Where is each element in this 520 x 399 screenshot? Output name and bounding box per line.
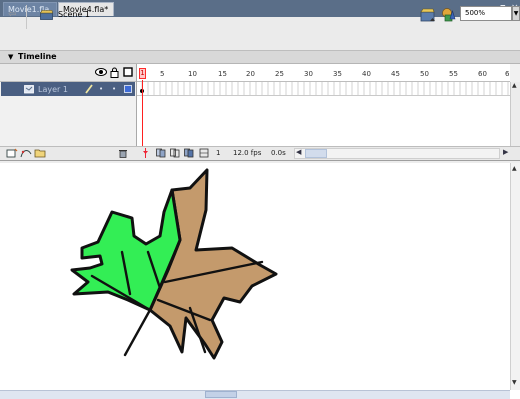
frame-number: 40 (362, 70, 371, 78)
chevron-down-icon[interactable]: ▼ (512, 6, 520, 21)
frame-number: 20 (246, 70, 255, 78)
maple-leaf-shape[interactable] (60, 165, 285, 390)
scrollbar-thumb[interactable] (305, 149, 327, 158)
scroll-down-icon[interactable]: ▼ (512, 379, 517, 386)
frame-number: 10 (188, 70, 197, 78)
frame-number: 5 (160, 70, 165, 78)
frame-number: 30 (304, 70, 313, 78)
frame-rate: 12.0 fps (233, 149, 262, 157)
scene-label: Scene 1 (58, 10, 91, 19)
add-motion-guide-icon[interactable] (20, 148, 32, 158)
scrollbar-thumb[interactable] (205, 391, 237, 398)
delete-layer-trash-icon[interactable] (118, 148, 128, 158)
onion-skin-icon[interactable] (156, 148, 166, 158)
current-frame: 1 (216, 149, 221, 157)
collapse-arrow-icon[interactable]: ▼ (8, 51, 13, 63)
insert-layer-icon[interactable] (6, 148, 18, 158)
frame-number: 55 (449, 70, 458, 78)
edit-scene-icon[interactable] (420, 8, 436, 23)
playhead[interactable]: 1 (139, 68, 146, 79)
onion-skin-outlines-icon[interactable] (170, 148, 180, 158)
frame-number: 50 (420, 70, 429, 78)
show-hide-eye-icon[interactable] (95, 67, 107, 77)
pencil-icon[interactable] (85, 84, 93, 94)
lock-icon[interactable] (110, 67, 119, 78)
scroll-up-icon[interactable]: ▲ (512, 165, 517, 172)
back-arrow-icon[interactable]: ⇦ (8, 9, 16, 20)
frame-number: 45 (391, 70, 400, 78)
unlocked-dot-icon[interactable]: • (112, 85, 116, 93)
scroll-left-icon[interactable]: ◀ (296, 148, 301, 156)
timeline-panel-header[interactable]: ▼ Timeline (0, 51, 520, 64)
layer-frames[interactable] (137, 82, 510, 96)
center-frame-icon[interactable] (142, 148, 149, 158)
scroll-up-icon[interactable]: ▲ (512, 82, 517, 89)
visible-dot-icon[interactable]: • (99, 85, 103, 93)
elapsed-time: 0.0s (271, 149, 286, 157)
frame-number: 35 (333, 70, 342, 78)
layer-icon (24, 85, 34, 94)
scroll-right-icon[interactable]: ▶ (503, 148, 508, 156)
timeline-title: Timeline (18, 52, 57, 61)
frame-number: 25 (275, 70, 284, 78)
edit-multiple-frames-icon[interactable] (184, 148, 194, 158)
insert-layer-folder-icon[interactable] (34, 148, 46, 158)
stage-vertical-scrollbar[interactable]: ▲ ▼ (510, 163, 520, 390)
outline-square-icon[interactable] (123, 67, 133, 77)
modify-onion-markers-icon[interactable] (199, 148, 209, 158)
frame-number: 60 (478, 70, 487, 78)
outline-color-icon[interactable] (124, 85, 132, 93)
frame-number: 6 (505, 70, 510, 78)
layer-name[interactable]: Layer 1 (38, 85, 68, 94)
scene-clapper-icon (40, 10, 53, 20)
frame-number: 15 (218, 70, 227, 78)
edit-symbols-icon[interactable] (440, 7, 457, 24)
timeline-vertical-scrollbar[interactable]: ▲ (510, 82, 520, 146)
divider (26, 5, 27, 29)
zoom-select[interactable]: 500% (460, 6, 512, 21)
